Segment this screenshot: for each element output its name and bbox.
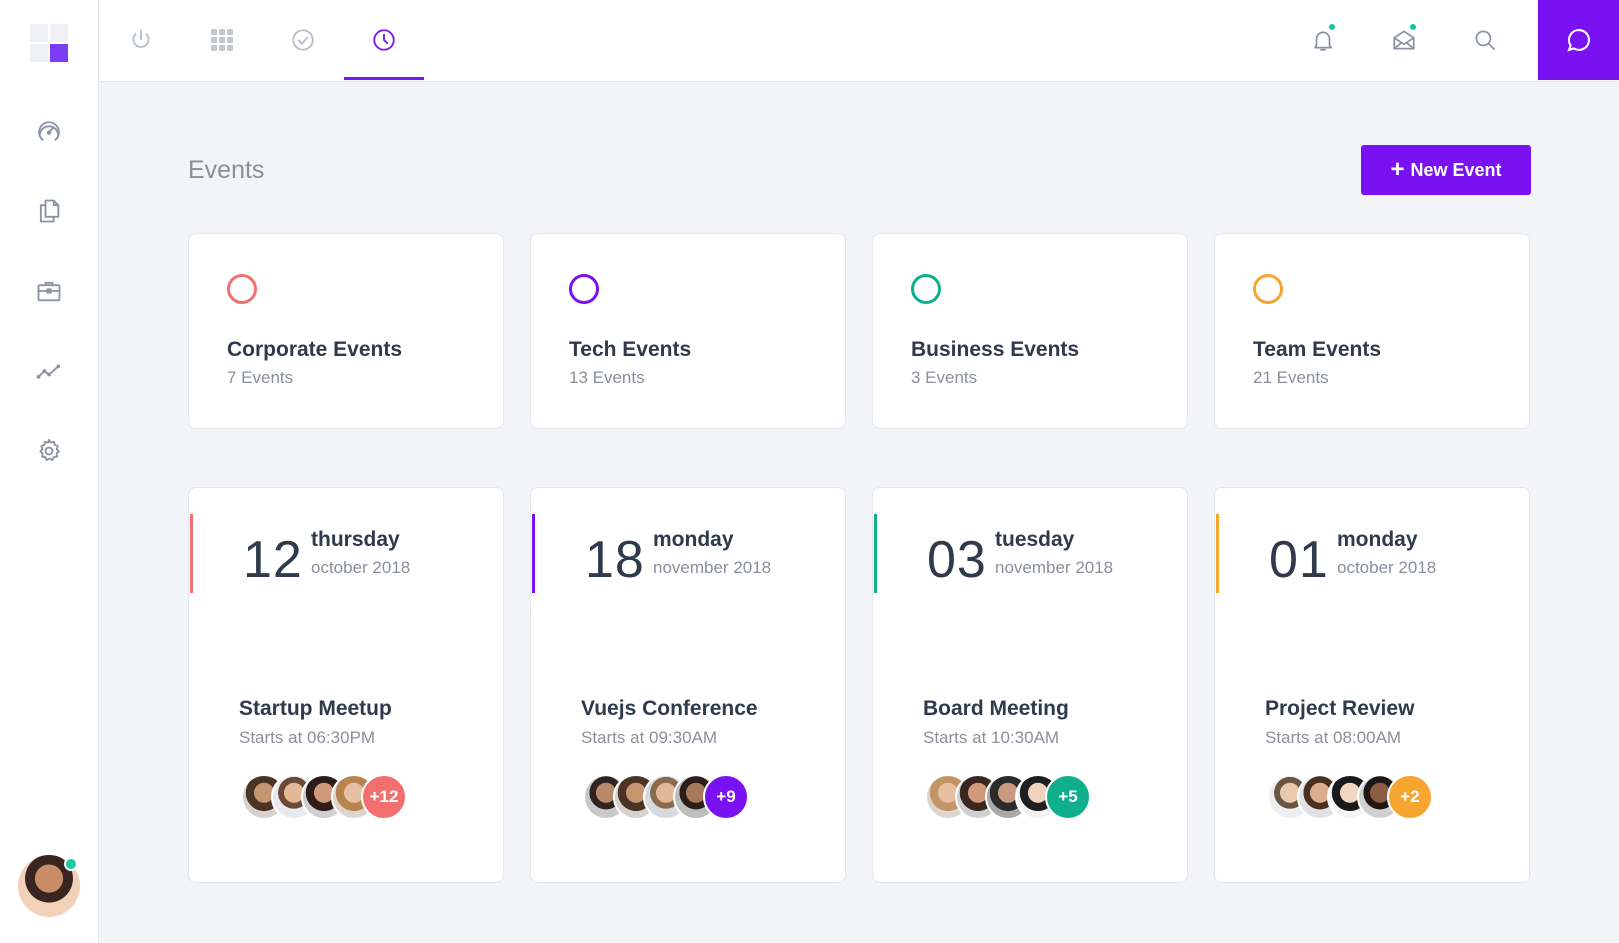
- event-weekday: tuesday: [995, 528, 1075, 551]
- top-nav-bar: [99, 0, 1619, 82]
- event-weekday: monday: [1337, 528, 1418, 551]
- event-month-year: november 2018: [995, 558, 1114, 577]
- event-month-year: november 2018: [653, 558, 772, 577]
- online-status-dot: [64, 857, 78, 871]
- page-title: Events: [188, 156, 265, 184]
- app-logo[interactable]: [30, 24, 68, 62]
- tab-tasks[interactable]: [263, 0, 343, 80]
- event-title: Project Review: [1265, 697, 1415, 720]
- event-month-year: october 2018: [1337, 558, 1437, 577]
- event-day: 18: [585, 531, 645, 589]
- event-month-year: october 2018: [311, 558, 411, 577]
- power-icon: [132, 29, 150, 48]
- event-start-time: Starts at 10:30AM: [923, 728, 1060, 747]
- category-count: 3 Events: [911, 368, 978, 387]
- category-name: Corporate Events: [227, 338, 403, 361]
- more-attendees-badge[interactable]: +2: [1387, 774, 1433, 820]
- category-count: 13 Events: [569, 368, 645, 387]
- analytics-trend-icon[interactable]: [34, 356, 64, 386]
- chat-button[interactable]: [1538, 0, 1619, 80]
- new-event-button[interactable]: + New Event: [1361, 145, 1531, 195]
- event-title: Startup Meetup: [239, 697, 392, 720]
- category-name: Team Events: [1253, 338, 1381, 361]
- event-accent-bar: [532, 514, 535, 593]
- notifications-button[interactable]: [1308, 22, 1338, 55]
- attendee-avatars: +12: [241, 774, 407, 820]
- documents-icon[interactable]: [34, 196, 64, 226]
- attendee-avatars: +5: [925, 774, 1091, 820]
- category-ring-icon: [1253, 274, 1283, 304]
- category-count: 7 Events: [227, 368, 294, 387]
- category-name: Tech Events: [569, 338, 692, 361]
- category-ring-icon: [569, 274, 599, 304]
- category-card-corporate[interactable]: Corporate Events 7 Events: [188, 233, 504, 429]
- tab-apps[interactable]: [182, 0, 262, 80]
- event-start-time: Starts at 06:30PM: [239, 728, 376, 747]
- plus-icon: +: [1390, 156, 1405, 183]
- event-start-time: Starts at 09:30AM: [581, 728, 718, 747]
- event-weekday: monday: [653, 528, 734, 551]
- check-circle-icon: [292, 29, 314, 51]
- category-ring-icon: [911, 274, 941, 304]
- event-card-project-review[interactable]: 01 monday october 2018 Project Review St…: [1214, 487, 1530, 883]
- search-button[interactable]: [1470, 25, 1500, 55]
- more-attendees-badge[interactable]: +12: [361, 774, 407, 820]
- event-day: 03: [927, 531, 987, 589]
- category-card-team[interactable]: Team Events 21 Events: [1214, 233, 1530, 429]
- apps-grid-icon: [211, 29, 233, 51]
- event-card-vuejs-conference[interactable]: 18 monday november 2018 Vuejs Conference…: [530, 487, 846, 883]
- dashboard-gauge-icon[interactable]: [34, 116, 64, 146]
- tab-events[interactable]: [344, 0, 424, 80]
- clock-icon: [373, 29, 395, 51]
- search-icon: [1475, 30, 1496, 51]
- new-event-label: New Event: [1410, 159, 1502, 180]
- event-day: 12: [243, 531, 303, 589]
- event-card-board-meeting[interactable]: 03 tuesday november 2018 Board Meeting S…: [872, 487, 1188, 883]
- briefcase-icon[interactable]: [34, 276, 64, 306]
- message-dot: [1408, 22, 1418, 32]
- event-accent-bar: [874, 514, 877, 593]
- messages-button[interactable]: [1389, 22, 1419, 55]
- settings-gear-icon[interactable]: [34, 436, 64, 466]
- user-avatar[interactable]: [18, 855, 80, 917]
- category-count: 21 Events: [1253, 368, 1329, 387]
- category-card-tech[interactable]: Tech Events 13 Events: [530, 233, 846, 429]
- event-title: Vuejs Conference: [581, 697, 758, 720]
- category-ring-icon: [227, 274, 257, 304]
- attendee-avatars: +2: [1267, 774, 1433, 820]
- more-attendees-badge[interactable]: +9: [703, 774, 749, 820]
- tab-power[interactable]: [101, 0, 181, 80]
- category-name: Business Events: [911, 338, 1080, 361]
- event-card-startup-meetup[interactable]: 12 thursday october 2018 Startup Meetup …: [188, 487, 504, 883]
- attendee-avatars: +9: [583, 774, 749, 820]
- more-attendees-badge[interactable]: +5: [1045, 774, 1091, 820]
- event-day: 01: [1269, 531, 1329, 589]
- chat-bubble-icon: [1566, 29, 1590, 52]
- category-card-business[interactable]: Business Events 3 Events: [872, 233, 1188, 429]
- notification-dot: [1327, 22, 1337, 32]
- event-start-time: Starts at 08:00AM: [1265, 728, 1402, 747]
- event-accent-bar: [190, 514, 193, 593]
- sidebar: [0, 0, 99, 943]
- event-title: Board Meeting: [923, 697, 1069, 720]
- event-accent-bar: [1216, 514, 1219, 593]
- event-weekday: thursday: [311, 528, 400, 551]
